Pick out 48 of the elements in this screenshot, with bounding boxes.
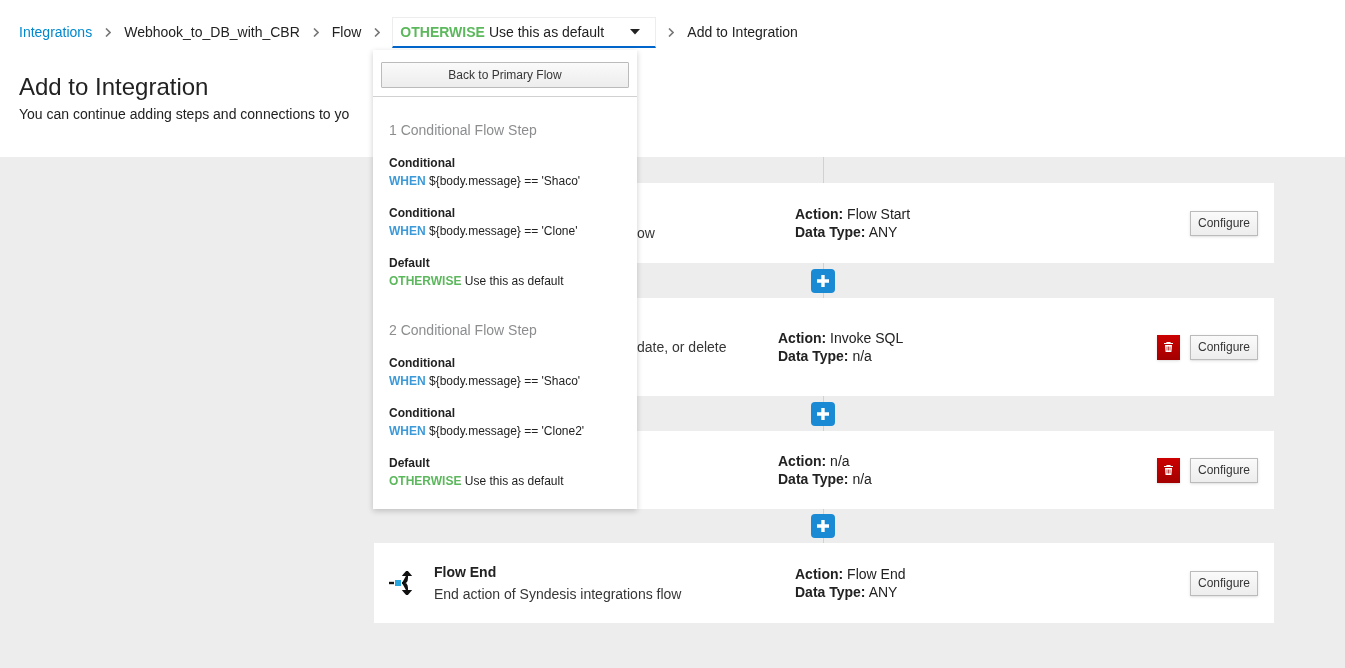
- flow-menu-item[interactable]: Conditional WHEN ${body.message} == 'Shaco': [373, 347, 637, 397]
- page-description: You can continue adding steps and connections to yo: [19, 105, 350, 124]
- step-data-type: Data Type: ANY: [795, 583, 899, 601]
- caret-down-icon: [630, 29, 641, 35]
- trash-icon: [1163, 465, 1173, 475]
- configure-button[interactable]: Configure: [1189, 334, 1258, 360]
- configure-button[interactable]: Configure: [1189, 457, 1258, 483]
- breadcrumb-item: Add to Integration: [687, 23, 798, 42]
- flow-select[interactable]: OTHERWISE Use this as default: [392, 17, 657, 48]
- step-action: Action: Flow Start: [795, 205, 912, 223]
- step-data-type: Data Type: n/a: [778, 470, 873, 488]
- flow-menu-item[interactable]: Default OTHERWISE Use this as default: [373, 247, 637, 297]
- chevron-right-icon: [105, 28, 112, 37]
- flow-menu-item[interactable]: Conditional WHEN ${body.message} == 'Shaco': [373, 147, 637, 197]
- flow-end-icon: [389, 571, 415, 595]
- back-to-primary-flow-button[interactable]: Back to Primary Flow: [381, 62, 629, 88]
- group-header: 2 Conditional Flow Step: [388, 321, 538, 340]
- step-data-type: Data Type: ANY: [795, 223, 899, 241]
- chevron-right-icon: [668, 28, 675, 37]
- breadcrumb-item: Webhook_to_DB_with_CBR: [124, 23, 300, 42]
- step-action: Action: Invoke SQL: [778, 329, 905, 347]
- breadcrumb-item: Flow: [331, 23, 362, 42]
- step-description: ow: [637, 223, 655, 243]
- configure-button[interactable]: Configure: [1189, 570, 1258, 596]
- step-description: date, or delete: [637, 337, 727, 357]
- chevron-right-icon: [312, 28, 319, 37]
- flow-menu-item[interactable]: Default OTHERWISE Use this as default: [373, 447, 637, 497]
- step-action: Action: Flow End: [795, 565, 907, 583]
- chevron-right-icon: [374, 28, 381, 37]
- add-step-button[interactable]: [811, 268, 835, 293]
- plus-icon: [816, 406, 830, 421]
- group-header: 1 Conditional Flow Step: [388, 121, 538, 140]
- delete-button[interactable]: [1156, 334, 1180, 360]
- step-title: Flow End: [434, 563, 498, 582]
- page-title: Add to Integration: [19, 72, 209, 102]
- step-action: Action: n/a: [778, 452, 851, 470]
- configure-button[interactable]: Configure: [1189, 210, 1258, 236]
- delete-button[interactable]: [1156, 457, 1180, 483]
- trash-icon: [1163, 342, 1173, 352]
- breadcrumb-link[interactable]: Integrations: [19, 22, 93, 43]
- plus-icon: [816, 273, 830, 288]
- flow-menu-item[interactable]: Conditional WHEN ${body.message} == 'Clone2': [373, 397, 637, 447]
- step-data-type: Data Type: n/a: [778, 347, 873, 365]
- add-step-button[interactable]: [811, 514, 835, 538]
- step-description: End action of Syndesis integrations flow: [434, 585, 682, 604]
- flow-menu-item[interactable]: Conditional WHEN ${body.message} == 'Clone': [373, 197, 637, 247]
- add-step-button[interactable]: [811, 401, 835, 426]
- plus-icon: [816, 519, 830, 533]
